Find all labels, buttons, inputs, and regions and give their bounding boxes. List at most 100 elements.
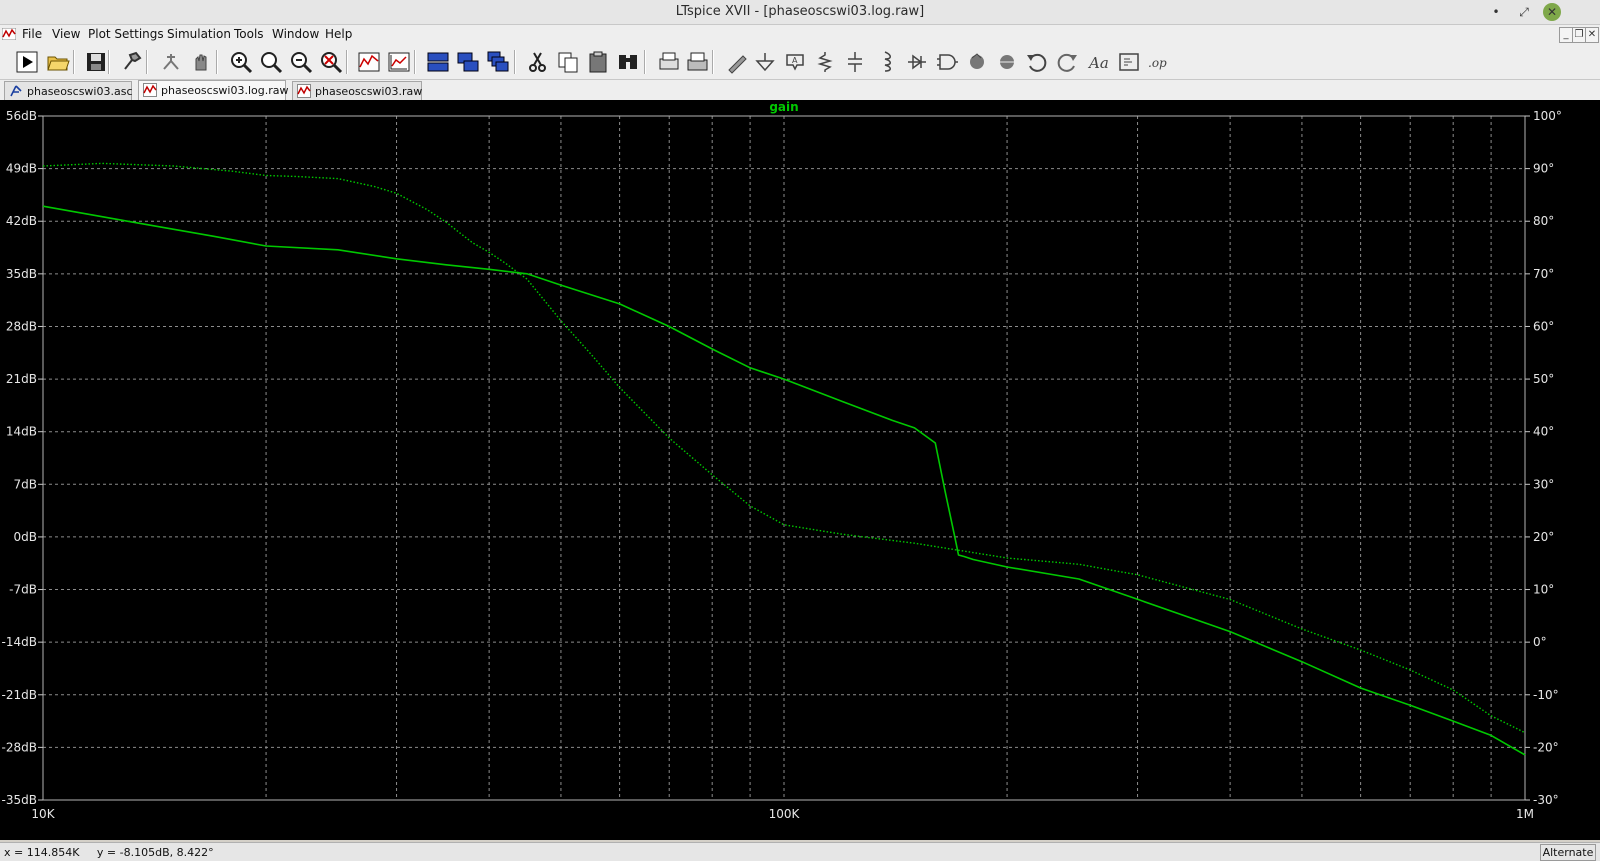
left-axis-tick-label: -35dB <box>2 793 37 807</box>
zoom-full-icon <box>321 52 343 74</box>
pan-hand-button[interactable] <box>188 49 214 75</box>
right-axis-tick-label: 90° <box>1533 162 1554 176</box>
trace-title: gain <box>769 100 798 114</box>
window-maximize-button[interactable]: ⤢ <box>1515 3 1533 21</box>
spice-op-icon: .op <box>1148 56 1167 70</box>
ground-button[interactable] <box>752 49 778 75</box>
copy-icon <box>558 52 578 73</box>
label-net-button[interactable]: A <box>782 49 808 75</box>
right-axis-tick-label: 70° <box>1533 267 1554 281</box>
save-button[interactable] <box>83 49 109 75</box>
status-mode: Alternate <box>1540 844 1596 861</box>
print-preview-button[interactable] <box>655 49 681 75</box>
zoom-in-icon <box>231 52 253 74</box>
menu-help[interactable]: Help <box>325 27 352 41</box>
x-axis-tick-label: 10K <box>31 807 55 821</box>
inductor-button[interactable] <box>872 49 898 75</box>
rotate-icon <box>970 53 984 69</box>
svg-text:Aa: Aa <box>1087 54 1109 72</box>
tile-horizontal-icon <box>427 52 449 72</box>
tile-horizontal-button[interactable] <box>425 49 451 75</box>
redo-button[interactable] <box>1054 49 1080 75</box>
zoom-full-button[interactable] <box>318 49 344 75</box>
bode-plot[interactable]: 56dB 49dB 42dB 35dB 28dB 21dB 14dB 7dB 0dB -7dB -1… <box>0 100 1600 840</box>
window-titlebar: LTspice XVII - [phaseoscswi03.log.raw] •… <box>0 0 1600 25</box>
find-icon <box>619 55 637 69</box>
rotate-button[interactable] <box>964 49 990 75</box>
window-close-button[interactable]: ✕ <box>1543 3 1561 21</box>
component-button[interactable] <box>934 49 960 75</box>
wire-button[interactable] <box>724 49 750 75</box>
left-axis-tick-label: 14dB <box>6 425 37 439</box>
left-axis-tick-label: -21dB <box>2 688 37 702</box>
copy-button[interactable] <box>555 49 581 75</box>
left-axis-tick-label: -7dB <box>9 583 37 597</box>
paste-button[interactable] <box>585 49 611 75</box>
right-axis-tick-label: -20° <box>1533 740 1559 754</box>
mirror-icon <box>1000 55 1014 69</box>
undo-button[interactable] <box>1024 49 1050 75</box>
waveform-plot-panel[interactable]: 56dB 49dB 42dB 35dB 28dB 21dB 14dB 7dB 0dB -7dB -1… <box>0 100 1600 840</box>
ltspice-app-icon[interactable] <box>2 28 16 40</box>
right-axis-tick-label: 40° <box>1533 425 1554 439</box>
zoom-in-button[interactable] <box>228 49 254 75</box>
left-axis-tick-label: 7dB <box>14 477 37 491</box>
tile-vertical-button[interactable] <box>455 49 481 75</box>
waveform-icon <box>143 83 157 97</box>
cursor-readout: x = 114.854K y = -8.105dB, 8.422° <box>4 846 214 859</box>
spice-op-button[interactable]: .op <box>1146 49 1172 75</box>
redo-icon <box>1057 53 1077 72</box>
run-icon <box>16 51 38 73</box>
window-minimize-button[interactable]: • <box>1487 3 1505 21</box>
halt-button[interactable] <box>158 49 184 75</box>
zoom-out-button[interactable] <box>288 49 314 75</box>
capacitor-button[interactable] <box>842 49 868 75</box>
run-button[interactable] <box>14 49 40 75</box>
right-axis-tick-label: 60° <box>1533 319 1554 333</box>
add-trace-icon <box>388 52 410 72</box>
open-button[interactable] <box>45 49 71 75</box>
menu-window[interactable]: Window <box>272 27 319 41</box>
menu-tools[interactable]: Tools <box>234 27 264 41</box>
svg-text:.op: .op <box>1148 56 1167 70</box>
spice-directive-button[interactable] <box>1116 49 1142 75</box>
tab-log-raw[interactable]: phaseoscswi03.log.raw <box>138 80 289 101</box>
component-icon <box>937 54 958 70</box>
tab-schematic[interactable]: phaseoscswi03.asc <box>4 81 133 100</box>
right-axis-tick-label: 50° <box>1533 372 1554 386</box>
left-axis-tick-label: 56dB <box>6 109 37 123</box>
menu-file[interactable]: File <box>22 27 42 41</box>
cut-button[interactable] <box>525 49 551 75</box>
autorange-button[interactable] <box>356 49 382 75</box>
svg-text:A: A <box>792 56 798 65</box>
tab-schematic-label: phaseoscswi03.asc <box>27 85 133 98</box>
mdi-restore-button[interactable]: ❐ <box>1572 27 1586 43</box>
left-axis-tick-label: 21dB <box>6 372 37 386</box>
right-axis-tick-label: 80° <box>1533 214 1554 228</box>
left-axis-tick-label: -14dB <box>2 635 37 649</box>
menu-simulation[interactable]: Simulation <box>167 27 231 41</box>
save-icon <box>87 53 105 71</box>
add-trace-button[interactable] <box>386 49 412 75</box>
cascade-button[interactable] <box>485 49 511 75</box>
control-panel-button[interactable] <box>120 49 146 75</box>
menu-plot-settings[interactable]: Plot Settings <box>88 27 164 41</box>
print-button[interactable] <box>684 49 710 75</box>
zoom-back-button[interactable] <box>258 49 284 75</box>
mdi-close-button[interactable]: ✕ <box>1585 27 1599 43</box>
text-button[interactable]: Aa <box>1086 49 1112 75</box>
x-axis-tick-label: 100K <box>769 807 801 821</box>
tab-raw[interactable]: phaseoscswi03.raw <box>292 81 422 100</box>
right-axis-tick-label: -10° <box>1533 688 1559 702</box>
tab-raw-label: phaseoscswi03.raw <box>315 85 423 98</box>
right-axis-tick-label: -30° <box>1533 793 1559 807</box>
resistor-button[interactable] <box>812 49 838 75</box>
menu-view[interactable]: View <box>52 27 80 41</box>
find-button[interactable] <box>615 49 641 75</box>
mirror-button[interactable] <box>994 49 1020 75</box>
left-axis-tick-label: 28dB <box>6 319 37 333</box>
diode-button[interactable] <box>904 49 930 75</box>
left-axis-tick-label: 35dB <box>6 267 37 281</box>
mdi-minimize-button[interactable]: _ <box>1559 27 1573 43</box>
waveform-icon <box>297 84 311 98</box>
